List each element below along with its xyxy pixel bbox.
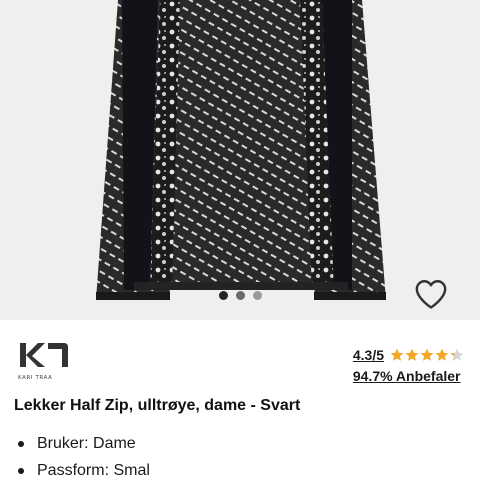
product-image-gallery[interactable] bbox=[0, 0, 480, 320]
star-icon bbox=[420, 348, 434, 361]
feature-list: Bruker: Dame Passform: Smal bbox=[18, 430, 150, 480]
feature-text: Bruker: Dame bbox=[37, 434, 136, 452]
gallery-dot[interactable] bbox=[252, 291, 262, 300]
rating-stars[interactable] bbox=[390, 348, 464, 362]
brand-logo-text: KARI TRAA bbox=[18, 375, 53, 381]
rating-value[interactable]: 4.3/5 bbox=[353, 347, 384, 363]
feature-item: Bruker: Dame bbox=[18, 430, 150, 457]
recommend-percentage[interactable]: 94.7% Anbefaler bbox=[353, 368, 464, 384]
star-icon bbox=[435, 348, 449, 361]
product-image[interactable] bbox=[0, 0, 480, 320]
gallery-pagination bbox=[0, 291, 480, 300]
star-icon bbox=[450, 348, 464, 361]
gallery-dot[interactable] bbox=[218, 291, 228, 300]
bullet-icon bbox=[18, 467, 24, 474]
feature-item: Passform: Smal bbox=[18, 457, 150, 480]
feature-text: Passform: Smal bbox=[37, 461, 150, 479]
product-title: Lekker Half Zip, ulltrøye, dame - Svart bbox=[14, 397, 301, 414]
bullet-icon bbox=[18, 440, 24, 447]
star-icon bbox=[405, 348, 419, 361]
brand-logo[interactable]: KARI TRAA bbox=[18, 340, 72, 384]
star-icon bbox=[390, 348, 404, 361]
gallery-dot[interactable] bbox=[235, 291, 245, 300]
rating-block: 4.3/5 94.7% Anbefaler bbox=[353, 346, 464, 384]
heart-outline-icon[interactable] bbox=[414, 278, 448, 310]
